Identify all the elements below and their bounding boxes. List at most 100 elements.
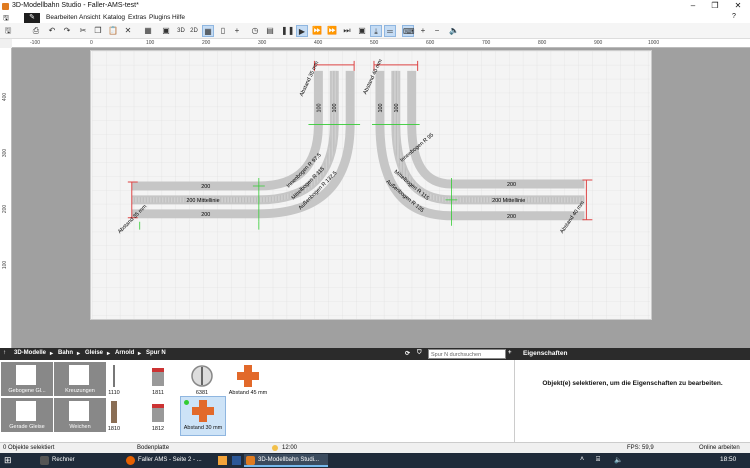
play-icon[interactable]: ▶ [296, 25, 308, 37]
workspace[interactable]: 200 200 Mittellinie 200 100 100 Innenbog… [12, 48, 750, 348]
pause-icon[interactable]: ❚❚ [281, 25, 294, 37]
breadcrumb-item[interactable]: Spur N [146, 350, 166, 356]
ruler-label: 0 [90, 40, 93, 46]
fast-forward-icon[interactable]: ⏩ [311, 25, 323, 37]
paste-icon[interactable]: 📋 [107, 25, 119, 37]
ruler-label: 200 [202, 40, 211, 46]
breadcrumb-item[interactable]: 3D-Modelle [14, 350, 46, 356]
taskbar-clock[interactable]: 18:50 [720, 456, 736, 463]
library-panel: Gebogene Gl... Kreuzungen Gerade Gleise … [0, 360, 515, 442]
title-bar: 3D-Modellbahn Studio - Faller-AMS-test* … [0, 0, 750, 13]
network-icon[interactable]: ⌸ [596, 456, 600, 464]
firefox-icon [126, 456, 135, 465]
keyboard-icon[interactable]: ⌨ [402, 25, 415, 37]
catalog-item[interactable]: 1110 [92, 362, 136, 398]
camera-icon[interactable]: ▣ [160, 25, 172, 37]
save-icon[interactable]: 🖫 [2, 25, 14, 37]
fps-status: FPS: 59,9 [627, 445, 654, 451]
breadcrumb-item[interactable]: Bahn [58, 350, 73, 356]
view-2d-button[interactable]: 2D [188, 25, 200, 37]
minimize-icon[interactable]: – [682, 0, 704, 13]
edit-mode-icon[interactable]: ✎ [24, 13, 40, 23]
properties-title: Eigenschaften [523, 350, 568, 357]
volume-icon[interactable]: 🔈 [614, 456, 623, 464]
copy-icon[interactable]: ❐ [92, 25, 104, 37]
level-icon[interactable]: ═ [384, 25, 396, 37]
catalog-item-selected[interactable]: Abstand 30 mm [180, 396, 226, 436]
category-label: Gebogene Gl... [8, 388, 46, 394]
redo-icon[interactable]: ↷ [61, 25, 73, 37]
taskbar-label: 3D-Modellbahn Studi... [258, 457, 320, 463]
print-icon[interactable]: ⎙ [30, 25, 42, 37]
ruler-label: 300 [258, 40, 267, 46]
item-label: Abstand 30 mm [183, 425, 223, 431]
grid-icon[interactable]: ▦ [202, 25, 214, 37]
calendar-icon[interactable]: ▤ [264, 25, 276, 37]
menu-hilfe[interactable]: Hilfe [172, 14, 185, 21]
help-icon[interactable]: ? [732, 13, 736, 20]
category-straight-tracks[interactable]: Gerade Gleise [1, 398, 53, 432]
item-label: 1812 [151, 426, 165, 432]
menu-ansicht[interactable]: Ansicht [79, 14, 100, 21]
view-3d-button[interactable]: 3D [175, 25, 187, 37]
fastest-forward-icon[interactable]: ⏩ [326, 25, 338, 37]
plus-icon[interactable]: + [231, 25, 243, 37]
taskbar-firefox[interactable]: Faller AMS - Seite 2 - ... [124, 454, 216, 467]
ruler-label: 100 [2, 260, 9, 270]
undo-icon[interactable]: ↶ [46, 25, 58, 37]
delete-icon[interactable]: ✕ [122, 25, 134, 37]
baseplate[interactable]: 200 200 Mittellinie 200 100 100 Innenbog… [90, 50, 652, 320]
track-layout[interactable]: 200 200 Mittellinie 200 100 100 Innenbog… [91, 51, 651, 319]
speaker-icon[interactable]: 🔈 [448, 25, 460, 37]
catalog-item[interactable]: 6381 [180, 362, 224, 398]
clock-icon[interactable]: ◷ [249, 25, 261, 37]
cut-icon[interactable]: ✂ [77, 25, 89, 37]
catalog-item[interactable]: 1810 [92, 398, 136, 434]
zoom-out-icon[interactable]: − [431, 25, 443, 37]
catalog-item[interactable]: 1812 [136, 398, 180, 434]
sun-icon [272, 445, 278, 451]
taskbar-modellbahn[interactable]: 3D-Modellbahn Studi... [244, 454, 328, 467]
filter-icon[interactable]: ⛉ [417, 350, 422, 357]
breadcrumb-item[interactable]: Arnold [115, 350, 134, 356]
windows-start-icon[interactable]: ⊞ [4, 455, 12, 466]
tray-chevron-icon[interactable]: ˄ [580, 456, 584, 463]
breadcrumb-item[interactable]: Gleise [85, 350, 103, 356]
zoom-in-icon[interactable]: + [417, 25, 429, 37]
skip-icon[interactable]: ⏭ [341, 25, 353, 37]
download-icon[interactable]: ⤓ [370, 25, 382, 37]
search-input[interactable]: Spur N durchsuchen [428, 349, 506, 359]
taskbar-calculator[interactable]: Rechner [38, 454, 118, 467]
maximize-icon[interactable]: ❐ [704, 0, 726, 13]
toolbar: 🖫 ⎙ ↶ ↷ ✂ ❐ 📋 ✕ ▦ ▣ 3D 2D ▦ ▯ + ◷ ▤ ❚❚ ▶… [0, 23, 750, 39]
spacer-cross-icon [237, 365, 259, 387]
ruler-label: 1000 [648, 40, 660, 46]
camera-icon[interactable]: ▣ [356, 25, 368, 37]
battery-icon[interactable]: ▯ [217, 25, 229, 37]
menu-extras[interactable]: Extras [128, 14, 146, 21]
dimension-label: 100 [378, 103, 384, 112]
category-curved-tracks[interactable]: Gebogene Gl... [1, 362, 53, 396]
catalog-item[interactable]: 1811 [136, 362, 180, 398]
menu-katalog[interactable]: Katalog [103, 14, 125, 21]
menu-plugins[interactable]: Plugins [149, 14, 170, 21]
layer-icon[interactable]: ▦ [142, 25, 154, 37]
up-arrow-icon[interactable]: ↑ [3, 350, 6, 356]
refresh-icon[interactable]: ⟳ [405, 350, 410, 357]
item-label: 1811 [152, 390, 164, 396]
close-icon[interactable]: ✕ [727, 0, 749, 13]
menu-bearbeiten[interactable]: Bearbeiten [46, 14, 77, 21]
add-icon[interactable]: + [508, 350, 512, 356]
ruler-label: 900 [594, 40, 603, 46]
catalog-item[interactable]: Abstand 45 mm [226, 362, 270, 398]
menu-bar: 🖫 ✎ Bearbeiten Ansicht Katalog Extras Pl… [0, 13, 750, 23]
chevron-right-icon: ▸ [50, 351, 54, 357]
folder-icon[interactable] [218, 456, 227, 465]
status-bar: 0 Objekte selektiert Bodenplatte 12:00 F… [0, 442, 750, 453]
grid-icon [69, 401, 89, 421]
dimension-label: 100 [394, 103, 400, 112]
ruler-label: 700 [482, 40, 491, 46]
taskbar-label: Faller AMS - Seite 2 - ... [138, 457, 202, 463]
word-icon[interactable] [232, 456, 241, 465]
time-status: 12:00 [282, 445, 298, 451]
